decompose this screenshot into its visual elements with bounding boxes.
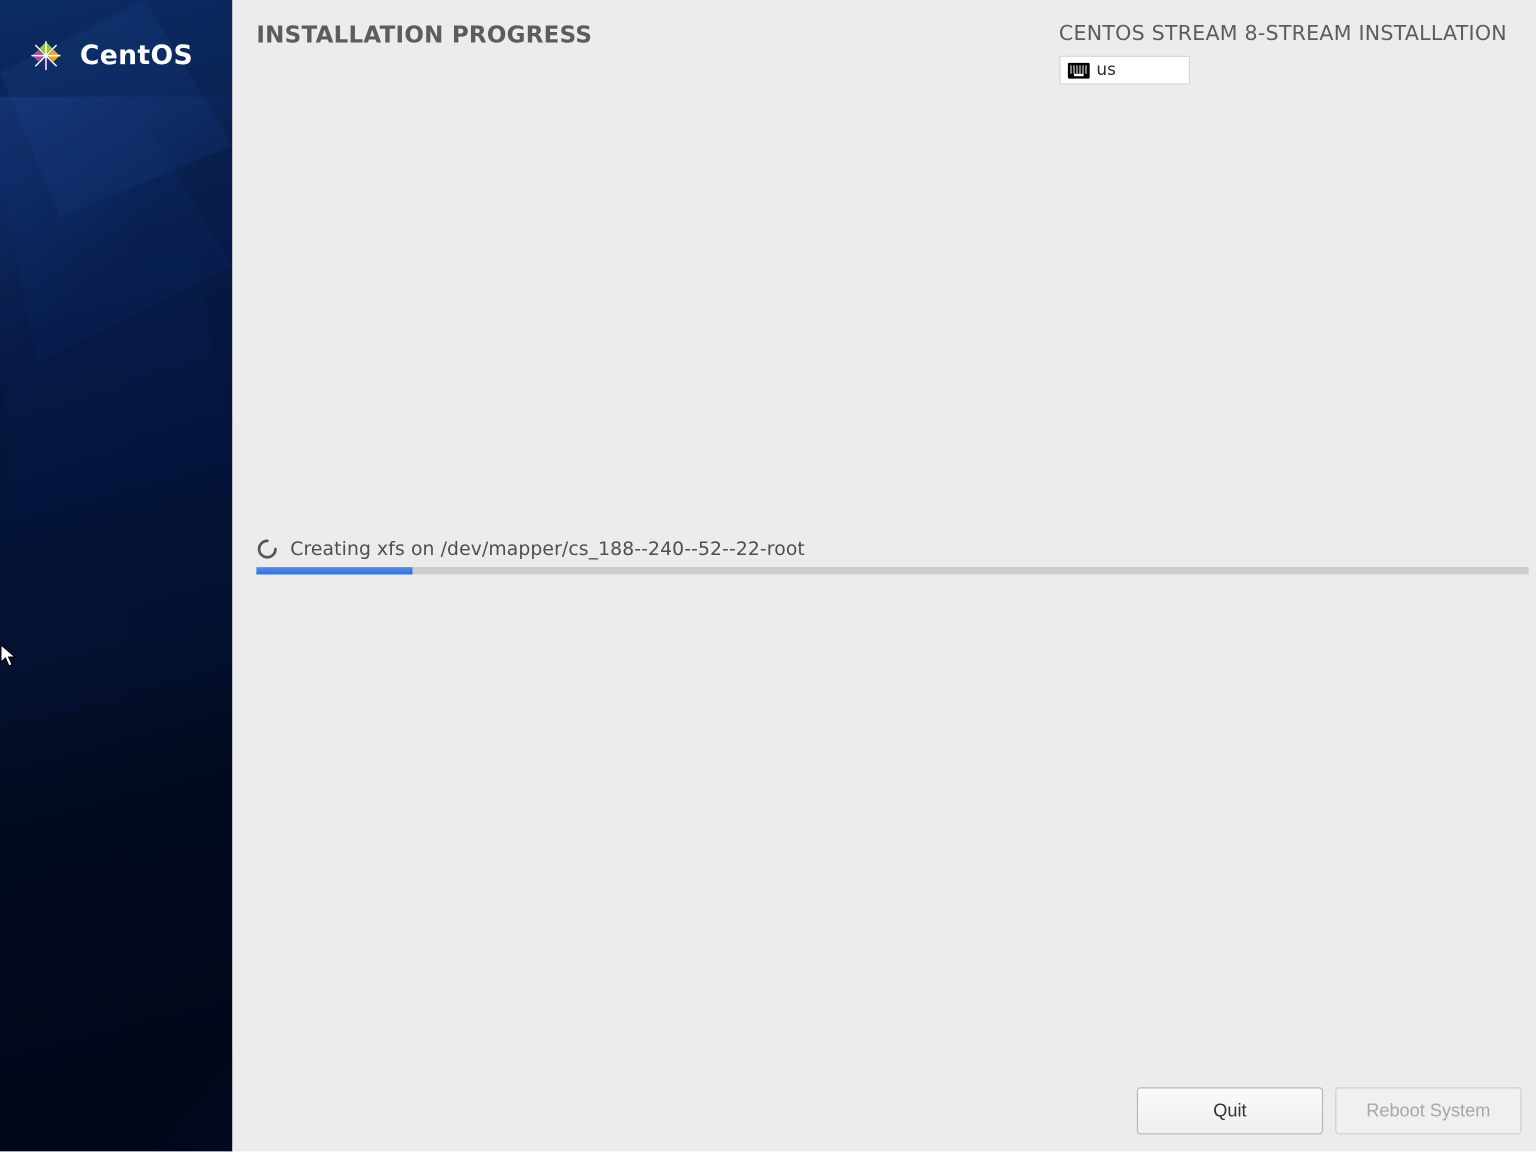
keyboard-layout-label: us	[1096, 60, 1116, 79]
centos-logo: CentOS	[0, 0, 232, 111]
distribution-title: CENTOS STREAM 8-STREAM INSTALLATION	[1059, 22, 1507, 46]
progress-bar-fill	[256, 567, 412, 574]
keyboard-icon	[1067, 62, 1089, 78]
main-panel: INSTALLATION PROGRESS CENTOS STREAM 8-ST…	[232, 0, 1536, 1151]
keyboard-layout-indicator[interactable]: us	[1059, 56, 1190, 85]
centos-logo-icon	[22, 31, 70, 79]
progress-status-text: Creating xfs on /dev/mapper/cs_188--240-…	[290, 538, 805, 560]
footer-buttons: Quit Reboot System	[1137, 1087, 1522, 1134]
page-title: INSTALLATION PROGRESS	[256, 22, 592, 49]
brand-name: CentOS	[80, 41, 193, 71]
spinner-icon	[256, 538, 278, 560]
reboot-button: Reboot System	[1335, 1087, 1521, 1134]
progress-area: Creating xfs on /dev/mapper/cs_188--240-…	[256, 538, 1528, 574]
quit-button[interactable]: Quit	[1137, 1087, 1323, 1134]
sidebar: CentOS	[0, 0, 232, 1151]
progress-bar	[256, 567, 1528, 574]
